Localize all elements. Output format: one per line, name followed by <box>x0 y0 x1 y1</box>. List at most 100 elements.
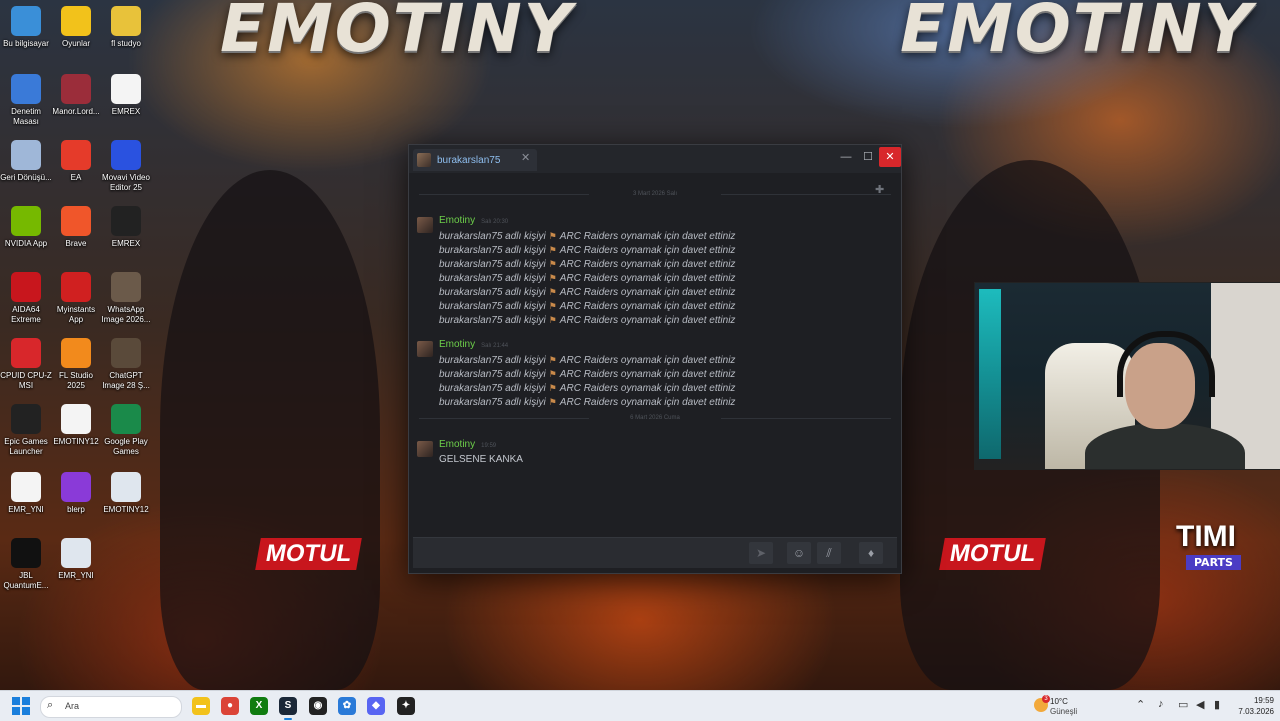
invite-suffix: ARC Raiders oynamak için davet ettiniz <box>559 369 736 380</box>
desktop-icon-label: Denetim Masası <box>11 107 41 126</box>
ea-icon <box>61 140 91 170</box>
desktop-icon[interactable]: Geri Dönüşü... <box>0 140 52 183</box>
desktop-icon-label: blerp <box>67 505 85 514</box>
desktop-icon[interactable]: AIDA64 Extreme <box>0 272 52 325</box>
author-avatar[interactable] <box>417 341 433 357</box>
desktop-icon[interactable]: Brave <box>50 206 102 249</box>
weather-widget[interactable]: 3 10°C Güneşli <box>1034 695 1114 719</box>
other-app-icon[interactable]: ✦ <box>397 697 415 715</box>
invite-prefix: burakarslan75 adlı kişiyi <box>439 273 546 284</box>
nvidia-icon <box>11 206 41 236</box>
desktop-icon-label: EMREX <box>111 107 141 116</box>
desktop-icon[interactable]: blerp <box>50 472 102 515</box>
desktop-icon[interactable]: EMR_YNI <box>50 538 102 581</box>
desktop-icon[interactable]: EMREX <box>100 74 152 117</box>
start-button[interactable] <box>12 697 30 715</box>
clock[interactable]: 19:59 7.03.2026 <box>1230 695 1274 717</box>
invite-suffix: ARC Raiders oynamak için davet ettiniz <box>559 301 736 312</box>
chat-tab[interactable]: burakarslan75 <box>413 149 537 171</box>
chat-titlebar[interactable]: burakarslan75 ✕ — ☐ ✕ <box>409 145 901 173</box>
desktop-icon[interactable]: Oyunlar <box>50 6 102 49</box>
friend-avatar <box>417 153 431 167</box>
tab-close-icon[interactable]: ✕ <box>521 151 530 164</box>
author-avatar[interactable] <box>417 217 433 233</box>
desktop-icon-label: Bu bilgisayar <box>3 39 49 48</box>
attach-icon[interactable]: ⫽ <box>817 542 841 564</box>
invite-message: burakarslan75 adlı kişiyi ⚑ ARC Raiders oy… <box>439 313 735 327</box>
desktop-icons: Bu bilgisayar Oyunlar fl studyo Denetim Mas… <box>0 0 160 690</box>
epic-games-icon <box>11 404 41 434</box>
desktop-icon[interactable]: WhatsApp Image 2026... <box>100 272 152 325</box>
invite-prefix: burakarslan75 adlı kişiyi <box>439 245 546 256</box>
invite-message: burakarslan75 adlı kişiyi ⚑ ARC Raiders oy… <box>439 395 735 409</box>
desktop-icon-label: Myinstants App <box>56 305 96 324</box>
desktop-icon[interactable]: Denetim Masası <box>0 74 52 127</box>
desktop-icon[interactable]: ChatGPT Image 28 Ş... <box>100 338 152 391</box>
message-author[interactable]: Emotiny <box>439 215 475 226</box>
weather-badge: 3 <box>1042 695 1050 703</box>
desktop-icon-label: EA <box>70 173 82 182</box>
game-invite-icon: ⚑ <box>548 231 557 241</box>
desktop-icon-label: EMOTINY12 <box>53 437 99 446</box>
invite-message: burakarslan75 adlı kişiyi ⚑ ARC Raiders oy… <box>439 243 735 257</box>
battery-icon[interactable]: ▮ <box>1214 698 1220 711</box>
message-author[interactable]: Emotiny <box>439 339 475 350</box>
desktop-icon[interactable]: Google Play Games <box>100 404 152 457</box>
movavi-icon <box>111 140 141 170</box>
invite-suffix: ARC Raiders oynamak için davet ettiniz <box>559 355 736 366</box>
taskbar-search[interactable]: ⌕ Ara <box>40 696 182 718</box>
fl-studio-icon <box>61 338 91 368</box>
desktop-icon[interactable]: Manor.Lord... <box>50 74 102 117</box>
document-icon <box>61 538 91 568</box>
desktop-icon[interactable]: EMOTINY12 <box>100 472 152 515</box>
desktop-icon[interactable]: FL Studio 2025 <box>50 338 102 391</box>
desktop-icon[interactable]: EA <box>50 140 102 183</box>
voice-icon[interactable]: ♦ <box>859 542 883 564</box>
discord-icon[interactable]: ◆ <box>367 697 385 715</box>
desktop-icon[interactable]: Bu bilgisayar <box>0 6 52 49</box>
invite-prefix: burakarslan75 adlı kişiyi <box>439 301 546 312</box>
desktop-icon-label: Epic Games Launcher <box>4 437 48 456</box>
desktop-icon[interactable]: EMREX <box>100 206 152 249</box>
chrome-icon[interactable]: ● <box>221 697 239 715</box>
video-file-icon <box>111 74 141 104</box>
author-avatar[interactable] <box>417 441 433 457</box>
desktop-icon[interactable]: NVIDIA App <box>0 206 52 249</box>
microphone-icon[interactable]: ♪ <box>1158 698 1164 710</box>
desktop-icon[interactable]: Epic Games Launcher <box>0 404 52 457</box>
network-icon[interactable]: ▭ <box>1178 698 1188 711</box>
send-icon[interactable]: ➤ <box>749 542 773 564</box>
settings-app-icon[interactable]: ✿ <box>338 697 356 715</box>
chevron-up-icon[interactable]: ⌃ <box>1136 698 1145 711</box>
invite-suffix: ARC Raiders oynamak için davet ettiniz <box>559 397 736 408</box>
invite-suffix: ARC Raiders oynamak için davet ettiniz <box>559 231 736 242</box>
desktop-icon[interactable]: CPUID CPU-Z MSI <box>0 338 52 391</box>
close-button[interactable]: ✕ <box>879 147 901 167</box>
desktop-icon[interactable]: EMR_YNI <box>0 472 52 515</box>
steam-icon[interactable]: S <box>279 697 297 720</box>
emoticon-icon[interactable]: ☺ <box>787 542 811 564</box>
game-invite-icon: ⚑ <box>548 315 557 325</box>
maximize-button[interactable]: ☐ <box>857 147 879 167</box>
desktop-icon[interactable]: Myinstants App <box>50 272 102 325</box>
message-input[interactable] <box>417 542 749 566</box>
desktop-icon[interactable]: fl studyo <box>100 6 152 49</box>
message-author[interactable]: Emotiny <box>439 439 475 450</box>
desktop-icon[interactable]: Movavi Video Editor 25 <box>100 140 152 193</box>
google-play-icon <box>111 404 141 434</box>
game-invite-icon: ⚑ <box>548 273 557 283</box>
desktop-icon[interactable]: EMOTINY12 <box>50 404 102 447</box>
xbox-icon[interactable]: X <box>250 697 268 715</box>
invite-prefix: burakarslan75 adlı kişiyi <box>439 287 546 298</box>
desktop-icon-label: Oyunlar <box>61 39 90 48</box>
invite-message: burakarslan75 adlı kişiyi ⚑ ARC Raiders oy… <box>439 271 735 285</box>
steam-chat-window: burakarslan75 ✕ — ☐ ✕ ✚ 3 Mart 2026 Salı… <box>408 144 902 574</box>
desktop-icon-label: AIDA64 Extreme <box>11 305 41 324</box>
minimize-button[interactable]: — <box>835 147 857 167</box>
myinstants-icon <box>61 272 91 302</box>
file-explorer-icon[interactable]: ▬ <box>192 697 210 715</box>
desktop-icon[interactable]: JBL QuantumE... <box>0 538 52 591</box>
invite-suffix: ARC Raiders oynamak için davet ettiniz <box>559 273 736 284</box>
obs-icon[interactable]: ◉ <box>309 697 327 715</box>
volume-icon[interactable]: ◀ <box>1196 698 1204 711</box>
